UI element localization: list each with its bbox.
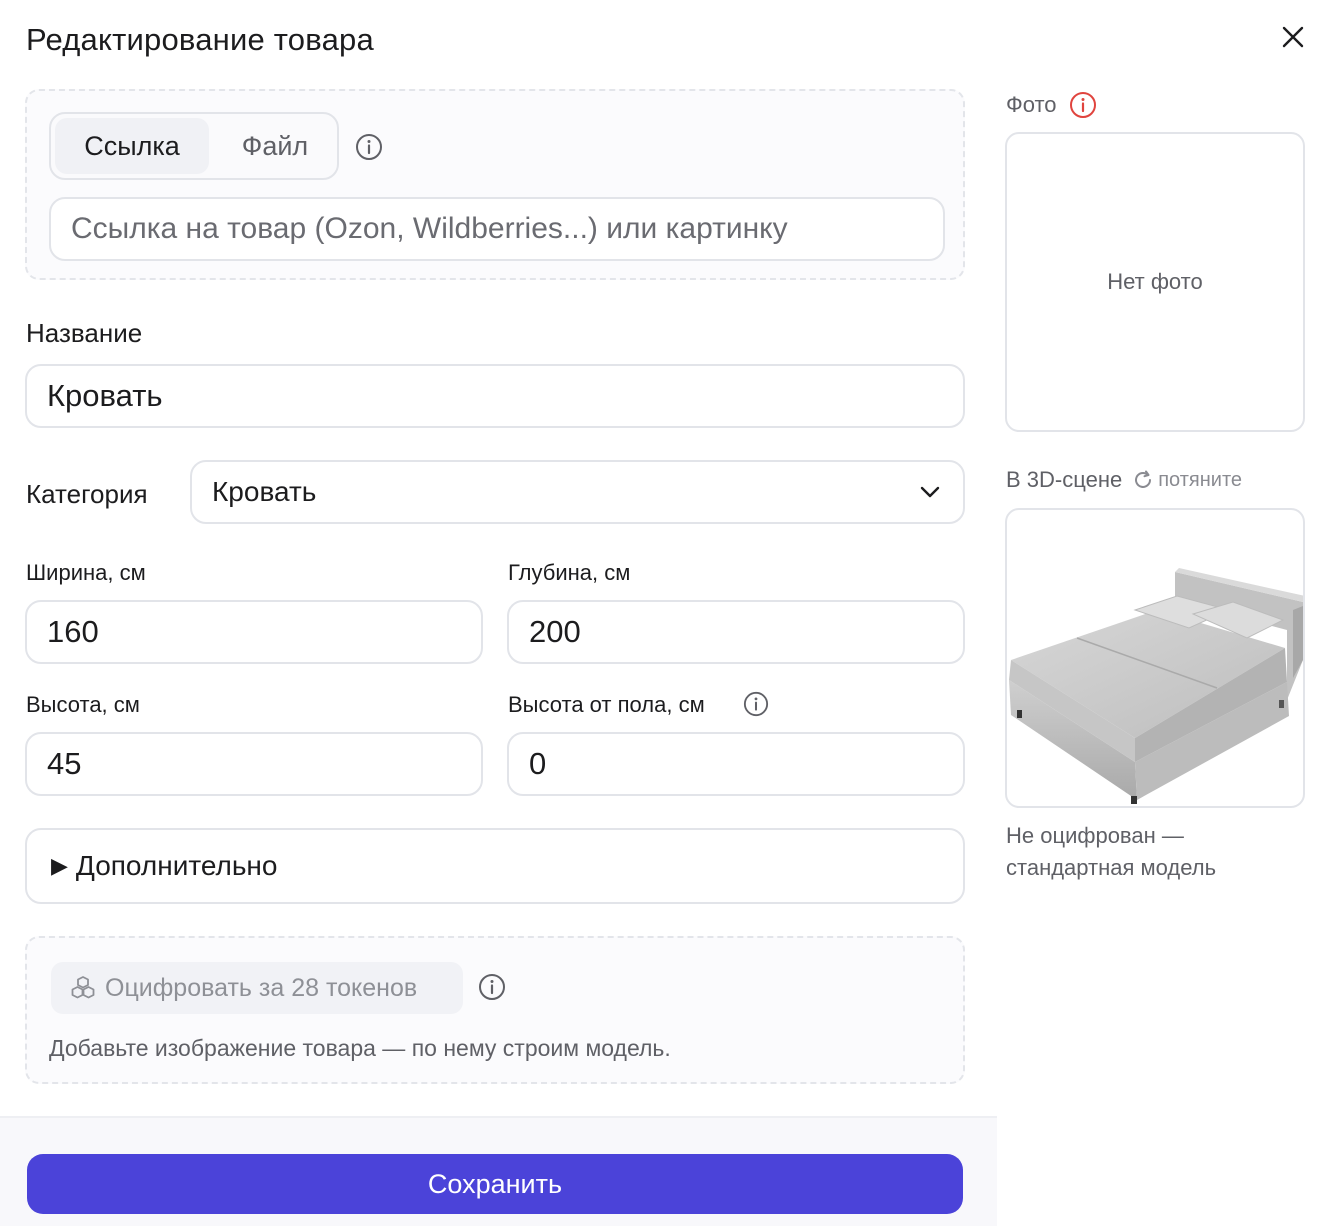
scene-label: В 3D-сцене xyxy=(1006,467,1123,492)
height-input[interactable] xyxy=(25,732,483,796)
name-input[interactable] xyxy=(25,364,965,428)
triangle-right-icon: ▶ xyxy=(51,853,68,878)
scene-note-line1: Не оцифрован — xyxy=(1006,823,1184,848)
cubes-icon xyxy=(71,976,95,999)
digitize-section: Оцифровать за 28 токенов Добавьте изобра… xyxy=(25,936,965,1084)
width-input[interactable] xyxy=(25,600,483,664)
digitize-button[interactable]: Оцифровать за 28 токенов xyxy=(51,962,463,1014)
edit-product-dialog: Редактирование товара Ссылка Файл Назван… xyxy=(0,0,1322,1226)
tab-file[interactable]: Файл xyxy=(215,118,335,174)
close-icon xyxy=(1282,26,1304,48)
no-photo-text: Нет фото xyxy=(1107,269,1203,294)
info-icon[interactable] xyxy=(742,690,770,718)
info-icon[interactable] xyxy=(354,132,384,162)
scene-viewport[interactable] xyxy=(1005,508,1305,808)
digitize-button-label: Оцифровать за 28 токенов xyxy=(105,973,418,1002)
scene-note-line2: стандартная модель xyxy=(1006,855,1217,880)
extra-toggle[interactable]: ▶ Дополнительно xyxy=(25,828,965,904)
scene-note: Не оцифрован — стандартная модель xyxy=(1006,820,1306,884)
source-type-switch: Ссылка Файл xyxy=(49,112,339,180)
close-button[interactable] xyxy=(1274,18,1312,56)
category-select[interactable]: Кровать xyxy=(190,460,965,524)
depth-label: Глубина, см xyxy=(508,560,631,585)
photo-label: Фото xyxy=(1006,92,1057,117)
category-selected-value: Кровать xyxy=(212,476,317,507)
tab-link[interactable]: Ссылка xyxy=(55,118,209,174)
height-label: Высота, см xyxy=(26,692,140,717)
chevron-down-icon xyxy=(920,486,940,498)
photo-label-row: Фото xyxy=(1006,91,1097,119)
dialog-footer: Сохранить xyxy=(0,1116,997,1226)
dialog-title: Редактирование товара xyxy=(26,22,374,57)
bed-model-icon xyxy=(1009,568,1303,804)
width-label: Ширина, см xyxy=(26,560,146,585)
save-button[interactable]: Сохранить xyxy=(27,1154,963,1214)
photo-preview[interactable]: Нет фото xyxy=(1005,132,1305,432)
digitize-hint: Добавьте изображение товара — по нему ст… xyxy=(49,1035,671,1061)
drag-hint: потяните xyxy=(1128,469,1242,492)
depth-input[interactable] xyxy=(507,600,965,664)
rotate-icon xyxy=(1135,470,1152,488)
floor-height-input[interactable] xyxy=(507,732,965,796)
source-section: Ссылка Файл xyxy=(25,89,965,280)
drag-hint-text: потяните xyxy=(1158,468,1242,491)
product-url-input[interactable] xyxy=(49,197,945,261)
info-icon[interactable] xyxy=(477,972,507,1002)
name-label: Название xyxy=(26,318,143,348)
extra-label: Дополнительно xyxy=(75,850,278,881)
floor-height-label: Высота от пола, см xyxy=(508,692,705,717)
scene-label-row: В 3D-сцене потяните xyxy=(1006,467,1242,493)
alert-circle-icon[interactable] xyxy=(1069,91,1097,119)
category-label: Категория xyxy=(26,479,148,509)
